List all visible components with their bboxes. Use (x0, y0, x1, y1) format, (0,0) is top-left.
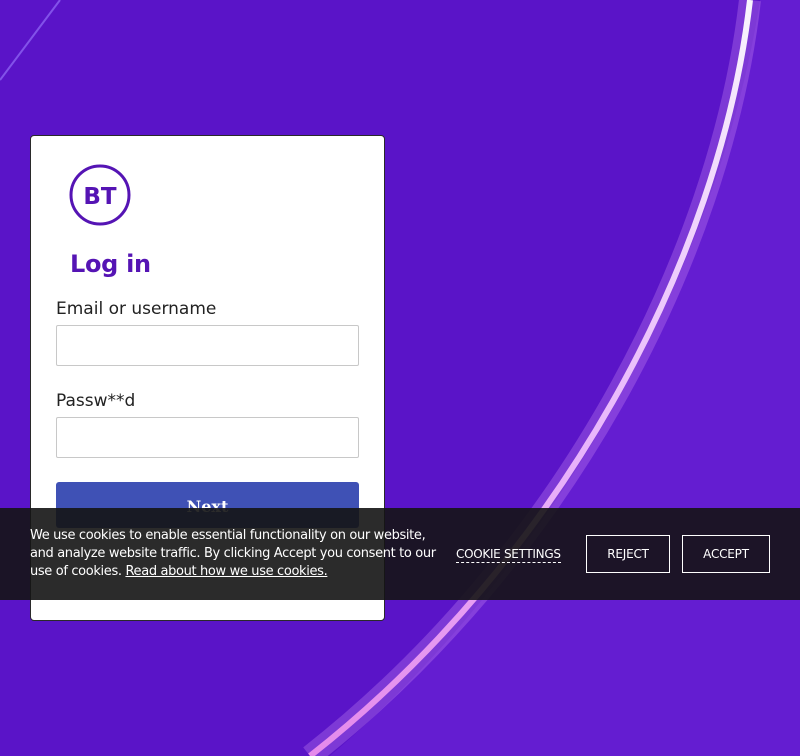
page-title: Log in (70, 250, 151, 278)
cookie-message: We use cookies to enable essential funct… (30, 527, 445, 581)
email-label: Email or username (56, 299, 217, 319)
password-field[interactable] (56, 417, 359, 458)
accept-button[interactable]: ACCEPT (682, 535, 770, 573)
cookie-settings-link[interactable]: COOKIE SETTINGS (456, 546, 561, 563)
reject-button[interactable]: REJECT (586, 535, 670, 573)
email-field[interactable] (56, 325, 359, 366)
bt-logo-text: BT (83, 184, 117, 210)
cookie-banner: We use cookies to enable essential funct… (0, 508, 800, 600)
cookie-policy-link[interactable]: Read about how we use cookies. (125, 564, 327, 579)
bt-logo: BT (69, 164, 131, 226)
password-label: Passw**d (56, 391, 136, 411)
